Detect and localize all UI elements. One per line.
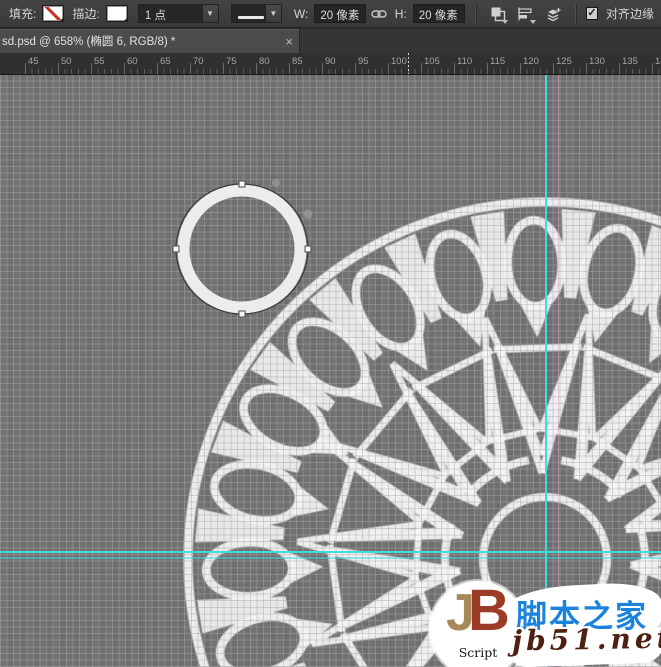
anchor-handle[interactable] [238,180,246,188]
ruler-label: 85 [292,56,303,67]
close-icon[interactable]: × [285,34,293,49]
pattern-dot[interactable] [303,209,313,219]
drawn-ellipse-ring[interactable] [177,184,307,314]
ruler-label: 95 [358,56,369,67]
ruler-major-tick [520,63,521,74]
ruler-major-tick [553,63,554,74]
ruler-major-tick [256,63,257,74]
ruler-major-tick [586,63,587,74]
align-edges-label: 对齐边缘 [605,7,654,21]
link-icon [370,9,387,18]
ruler-label: 140 [655,56,661,67]
align-edges-checkbox[interactable]: ✓ [585,7,598,20]
chevron-down-icon: ▼ [201,5,218,22]
options-toolbar: 填充: 描边: 1 点 ▼ ▼ W: 20 像素 H: 20 像素 ✓ 对齐边缘 [0,0,661,28]
path-alignment-button[interactable] [513,3,537,25]
fill-swatch[interactable] [42,5,65,22]
ruler-major-tick [322,63,323,74]
ruler-label: 90 [325,56,336,67]
stroke-style-select[interactable]: ▼ [230,4,282,23]
stroke-swatch[interactable] [105,5,128,22]
document-tab-title: sd.psd @ 658% (椭圆 6, RGB/8) * [2,36,176,48]
ruler-label: 100 [391,56,407,67]
ruler-label: 45 [28,56,39,67]
separator [474,3,476,24]
ruler-mouse-position-marker [408,53,409,74]
ruler-label: 65 [160,56,171,67]
ellipse-selection-overlay[interactable] [0,75,661,667]
shape-height-input[interactable]: 20 像素 [412,4,465,23]
height-label: H: [394,6,407,21]
document-tab[interactable]: sd.psd @ 658% (椭圆 6, RGB/8) * × [0,29,300,53]
chevron-down-icon [530,19,537,24]
ruler-label: 120 [523,56,539,67]
stroke-width-value: 1 点 [144,10,166,22]
solid-line-icon [237,16,264,19]
width-label: W: [293,6,309,21]
path-arrangement-button[interactable] [541,3,565,25]
shape-width-input[interactable]: 20 像素 [314,4,367,23]
chevron-down-icon [122,17,128,22]
ruler-major-tick [223,63,224,74]
ruler-major-tick [25,63,26,74]
ruler-major-tick [454,63,455,74]
ruler-label: 80 [259,56,270,67]
ruler-major-tick [157,63,158,74]
ruler-major-tick [289,63,290,74]
ruler-minor-ticks [25,69,661,74]
ellipse-path-outline[interactable] [175,183,309,315]
ruler-major-tick [190,63,191,74]
anchor-handle[interactable] [238,310,246,318]
ruler-label: 60 [127,56,138,67]
ruler-label: 75 [226,56,237,67]
chevron-down-icon: ▼ [264,5,281,22]
ruler-label: 135 [622,56,638,67]
ruler-label: 115 [490,56,506,67]
link-dimensions-button[interactable] [370,3,387,25]
anchor-handle[interactable] [304,245,312,253]
ruler-major-tick [58,63,59,74]
ruler-label: 125 [556,56,572,67]
ruler-label: 50 [61,56,72,67]
fill-label: 填充: [9,7,37,21]
stroke-label: 描边: [72,7,100,21]
ruler-major-tick [421,63,422,74]
stroke-width-select[interactable]: 1 点 ▼ [137,4,219,23]
ruler-major-tick [652,63,653,74]
chevron-down-icon [59,17,65,22]
ruler-major-tick [388,63,389,74]
pattern-dot[interactable] [272,179,280,187]
chevron-down-icon [502,19,509,24]
ruler-label: 130 [589,56,605,67]
ruler-major-tick [91,63,92,74]
anchor-handle[interactable] [172,245,180,253]
path-operations-button[interactable] [486,3,510,25]
ruler-label: 105 [424,56,440,67]
ruler-label: 110 [457,56,473,67]
ruler-major-tick [355,63,356,74]
path-arrangement-icon [547,7,561,21]
horizontal-ruler[interactable]: 45 50 55 60 65 70 75 80 85 90 95 100 105 110 115 120 125… [0,53,661,75]
ruler-major-tick [487,63,488,74]
ruler-label: 70 [193,56,204,67]
ruler-label: 55 [94,56,105,67]
document-tabbar: sd.psd @ 658% (椭圆 6, RGB/8) * × [0,29,661,53]
canvas-viewport[interactable]: J B Script 脚本之家 jb51.net [0,75,661,667]
separator [575,3,576,24]
ruler-major-tick [619,63,620,74]
ruler-major-tick [124,63,125,74]
photoshop-window: 填充: 描边: 1 点 ▼ ▼ W: 20 像素 H: 20 像素 ✓ 对齐边缘… [0,0,661,667]
